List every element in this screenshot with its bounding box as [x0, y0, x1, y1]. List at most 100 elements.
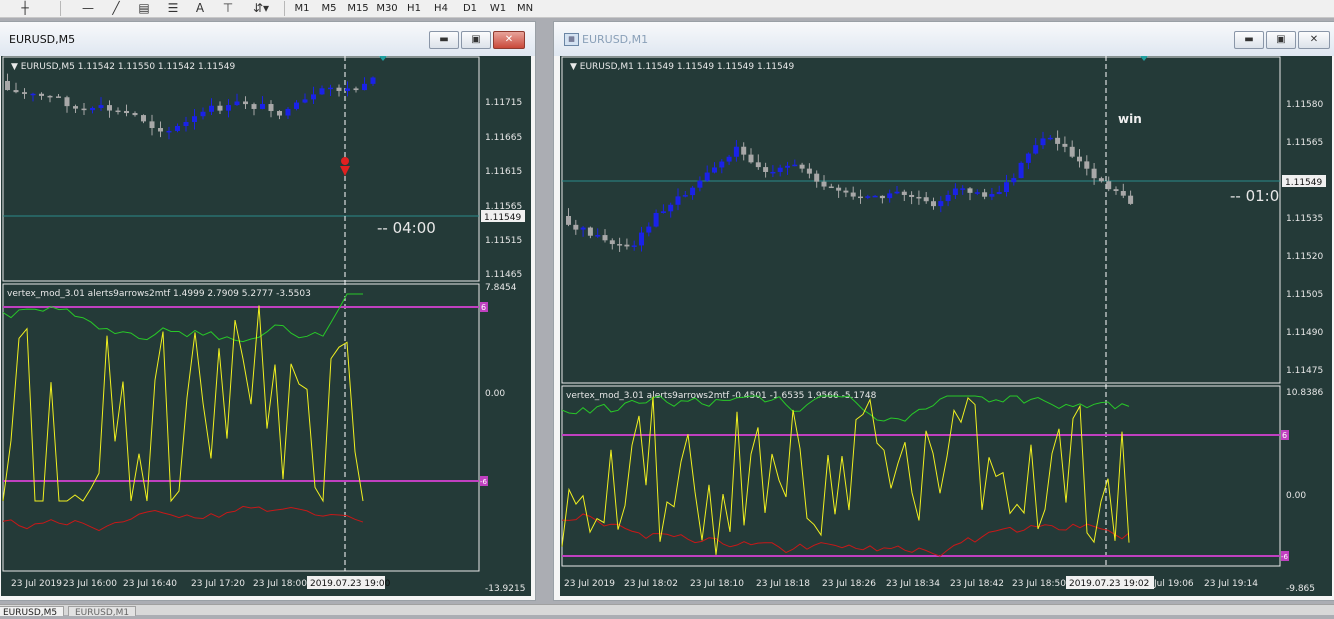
indicator-header-text: vertex_mod_3.01 alerts9arrows2mtf 1.4999… — [7, 289, 311, 299]
win-annotation: win — [1118, 112, 1142, 126]
timeframe-mn[interactable]: MN — [513, 1, 537, 16]
text-label-icon[interactable]: ⊤ — [218, 0, 238, 17]
candle-body — [56, 96, 61, 98]
chart-svg-m1[interactable]: ▼ EURUSD,M1 1.11549 1.11549 1.11549 1.11… — [560, 56, 1332, 596]
candle-body — [251, 104, 257, 109]
candle-body — [1047, 137, 1053, 140]
chart-area-m1[interactable]: ▼ EURUSD,M1 1.11549 1.11549 1.11549 1.11… — [560, 56, 1332, 596]
candle-body — [73, 106, 78, 109]
candle-body — [64, 97, 70, 107]
candle-body — [682, 195, 688, 197]
crosshair-icon[interactable]: ┼ — [14, 0, 36, 17]
text-icon[interactable]: A — [190, 0, 210, 17]
chart-header-text: ▼ EURUSD,M5 1.11542 1.11550 1.11542 1.11… — [11, 62, 235, 72]
chart-window-icon: ▦ — [564, 33, 579, 46]
candle-body — [887, 193, 893, 199]
close-button[interactable]: ✕ — [1298, 31, 1330, 49]
candle-body — [770, 171, 776, 174]
window-title: EURUSD,M1 — [582, 33, 649, 46]
indicator-line-green — [2, 293, 363, 343]
chart-svg-m5[interactable]: ▼ EURUSD,M5 1.11542 1.11550 1.11542 1.11… — [1, 56, 531, 596]
candle-body — [1091, 168, 1097, 179]
tab-eurusd-m5[interactable]: EURUSD,M5 — [0, 606, 65, 618]
candle-body — [81, 108, 87, 111]
candle-body — [1128, 195, 1134, 204]
maximize-button[interactable]: ▣ — [461, 31, 491, 49]
candle-body — [107, 105, 112, 111]
level-marker-lower-text: -6 — [480, 478, 488, 486]
time-axis-label: 23 Jul 18:00 — [253, 579, 307, 589]
candle-body — [712, 167, 717, 173]
candle-body — [675, 196, 681, 205]
price-tick-label: 1.11580 — [1286, 100, 1323, 110]
timeframe-m5[interactable]: M5 — [317, 1, 341, 16]
timeframe-m1[interactable]: M1 — [290, 1, 314, 16]
window-title: EURUSD,M5 — [9, 33, 76, 46]
chart-window-m1[interactable]: ▦ EURUSD,M1 ▬ ▣ ✕ ▼ EURUSD,M1 1.11549 1.… — [553, 21, 1334, 601]
timeframe-w1[interactable]: W1 — [486, 1, 510, 16]
candle-body — [763, 167, 769, 172]
candle-body — [967, 188, 973, 193]
trendline-icon[interactable]: ╱ — [106, 0, 126, 17]
time-axis-label: 23 Jul 19:14 — [1204, 579, 1258, 589]
candle-body — [1055, 137, 1061, 144]
candle-body — [39, 93, 44, 96]
window-titlebar[interactable]: ▦ EURUSD,M1 ▬ ▣ ✕ — [554, 22, 1334, 56]
candle-body — [362, 83, 367, 91]
candle-body — [799, 164, 805, 169]
current-price-label: 1.11549 — [1285, 178, 1322, 188]
candle-body — [311, 94, 316, 100]
minimize-button[interactable]: ▬ — [1234, 31, 1264, 49]
candle-body — [595, 235, 601, 237]
candle-body — [653, 213, 659, 227]
timeframe-m30[interactable]: M30 — [373, 1, 401, 16]
candle-body — [336, 87, 342, 91]
candle-body — [792, 164, 798, 167]
timeframe-h1[interactable]: H1 — [402, 1, 426, 16]
candle-body — [916, 196, 922, 199]
candle-body — [132, 113, 138, 116]
horizontal-line-icon[interactable]: — — [78, 0, 98, 17]
time-axis-label: 23 Jul 2019 — [11, 579, 62, 589]
chart-tabs: EURUSD,M5 EURUSD,M1 — [0, 604, 1334, 618]
maximize-button[interactable]: ▣ — [1266, 31, 1296, 49]
candle-body — [858, 196, 863, 199]
candle-body — [741, 146, 747, 155]
candle-body — [1011, 178, 1017, 183]
candle-body — [580, 227, 586, 230]
fibonacci-icon[interactable]: ☰ — [162, 0, 184, 17]
candle-body — [345, 88, 350, 91]
candle-body — [697, 180, 703, 188]
time-axis-label: 23 Jul 18:34 — [886, 579, 940, 589]
timeframe-d1[interactable]: D1 — [458, 1, 482, 16]
chart-header-text: ▼ EURUSD,M1 1.11549 1.11549 1.11549 1.11… — [570, 62, 794, 72]
chart-area-m5[interactable]: ▼ EURUSD,M5 1.11542 1.11550 1.11542 1.11… — [1, 56, 531, 596]
timeframe-h4[interactable]: H4 — [429, 1, 453, 16]
candle-body — [974, 192, 980, 194]
minimize-button[interactable]: ▬ — [429, 31, 459, 49]
arrows-dropdown-icon[interactable]: ⇵▾ — [246, 0, 276, 17]
time-axis-label: 23 Jul 18:42 — [950, 579, 1004, 589]
candle-body — [302, 99, 308, 103]
main-plot-border — [561, 56, 1281, 384]
candle-body — [945, 194, 951, 202]
indicator-line-red — [2, 505, 364, 532]
timeframe-m15[interactable]: M15 — [344, 1, 372, 16]
tab-eurusd-m1[interactable]: EURUSD,M1 — [68, 606, 137, 618]
equidistant-channel-icon[interactable]: ▤ — [133, 0, 155, 17]
candle-body — [785, 165, 790, 168]
current-price-label: 1.11549 — [484, 213, 521, 223]
candle-body — [836, 187, 842, 191]
time-axis-label: Jul 19:06 — [1153, 579, 1194, 589]
candle-body — [90, 107, 95, 111]
close-button[interactable]: ✕ — [493, 31, 525, 49]
candle-body — [47, 95, 53, 98]
candle-body — [30, 93, 36, 96]
candle-body — [260, 104, 265, 109]
candle-body — [234, 101, 240, 106]
chart-window-m5[interactable]: EURUSD,M5 ▬ ▣ ✕ ▼ EURUSD,M5 1.11542 1.11… — [0, 21, 536, 601]
window-titlebar[interactable]: EURUSD,M5 ▬ ▣ ✕ — [0, 22, 535, 56]
candle-body — [1084, 161, 1090, 169]
price-tick-label: 1.11515 — [485, 236, 522, 246]
price-tick-label: 1.11565 — [1286, 138, 1323, 148]
